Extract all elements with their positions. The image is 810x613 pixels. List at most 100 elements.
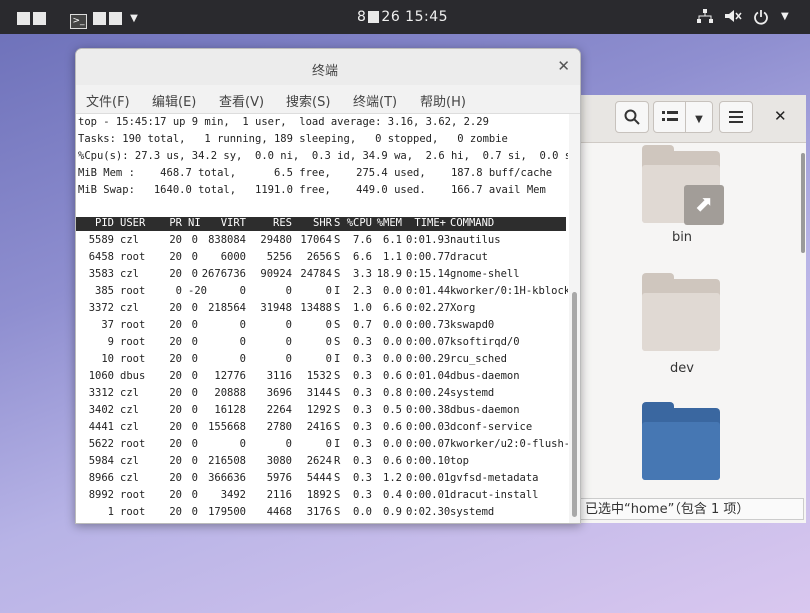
- process-cell: 0: [285, 319, 292, 331]
- menu-edit[interactable]: 编辑(E): [152, 91, 196, 110]
- terminal-app-icon[interactable]: >_: [70, 8, 87, 29]
- column-header: TIME+: [414, 217, 446, 229]
- process-cell: ksoftirqd/0: [450, 336, 520, 348]
- close-icon[interactable]: ✕: [557, 57, 570, 75]
- process-cell: dracut-install: [450, 489, 539, 501]
- process-cell: 20: [169, 506, 182, 518]
- menu-terminal[interactable]: 终端(T): [353, 91, 397, 110]
- power-icon[interactable]: [753, 9, 769, 29]
- process-cell: 0: [191, 234, 198, 246]
- view-list-button[interactable]: [653, 101, 687, 133]
- process-cell: 0: [191, 268, 198, 280]
- view-options-button[interactable]: ▼: [685, 101, 713, 133]
- process-cell: 1.1: [383, 251, 402, 263]
- close-icon[interactable]: ✕: [774, 107, 787, 125]
- process-cell: 10: [101, 353, 114, 365]
- column-header: %CPU: [346, 217, 372, 229]
- column-header: USER: [120, 217, 146, 229]
- menu-view[interactable]: 查看(V): [219, 91, 264, 110]
- process-cell: dracut: [450, 251, 488, 263]
- process-cell: 2264: [266, 404, 292, 416]
- menu-help[interactable]: 帮助(H): [420, 91, 466, 110]
- process-cell: S: [334, 319, 341, 331]
- process-cell: 0: [191, 404, 198, 416]
- process-cell: 20: [169, 251, 182, 263]
- process-cell: 4441: [88, 421, 114, 433]
- process-cell: 3583: [88, 268, 114, 280]
- process-cell: 0: [191, 455, 198, 467]
- process-cell: 0: [325, 353, 332, 365]
- process-cell: 0: [191, 438, 198, 450]
- column-header: %MEM: [376, 217, 402, 229]
- network-icon[interactable]: [697, 9, 713, 27]
- process-cell: I: [334, 285, 341, 297]
- process-cell: 0: [191, 251, 198, 263]
- chevron-down-icon: ▼: [130, 13, 138, 24]
- file-manager-scrollbar[interactable]: [801, 153, 805, 253]
- terminal-screen[interactable]: top - 15:45:17 up 9 min, 1 user, load av…: [76, 114, 568, 522]
- search-button[interactable]: [615, 101, 649, 133]
- process-cell: 0.4: [383, 489, 402, 501]
- process-row: 5589 czl 20 0 838084 29480 17064 S 7.6 6.1 0:01.93…: [76, 234, 566, 251]
- menu-search[interactable]: 搜索(S): [286, 91, 330, 110]
- process-cell: 0: [285, 285, 292, 297]
- process-cell: 20: [169, 370, 182, 382]
- folder-dev[interactable]: [642, 273, 722, 353]
- process-cell: 0:00.38: [406, 404, 451, 416]
- hamburger-menu-button[interactable]: [719, 101, 753, 133]
- process-cell: 0.3: [353, 353, 372, 365]
- process-cell: -20: [188, 285, 207, 297]
- process-cell: 0: [175, 285, 182, 297]
- process-cell: 218564: [208, 302, 246, 314]
- process-cell: 3176: [306, 506, 332, 518]
- process-cell: 0: [325, 438, 332, 450]
- process-cell: 0.0: [383, 319, 402, 331]
- process-cell: 0.3: [353, 455, 372, 467]
- process-cell: 6458: [88, 251, 114, 263]
- process-cell: 8992: [88, 489, 114, 501]
- process-cell: 20: [169, 438, 182, 450]
- process-cell: 0:02.30: [406, 506, 451, 518]
- volume-muted-icon[interactable]: [724, 9, 742, 27]
- process-cell: 3080: [266, 455, 292, 467]
- list-view-icon: [662, 111, 678, 121]
- process-cell: 2116: [266, 489, 292, 501]
- process-cell: 0: [239, 336, 246, 348]
- terminal-titlebar[interactable]: 终端 ✕: [76, 49, 580, 86]
- process-cell: 1892: [306, 489, 332, 501]
- folder-bin[interactable]: ⬈: [642, 145, 724, 225]
- folder-home-selected[interactable]: [642, 402, 722, 482]
- selection-status: 已选中“home”（包含 1 项）: [580, 498, 804, 520]
- process-cell: 0: [191, 421, 198, 433]
- menu-icon: [729, 111, 743, 123]
- process-cell: 0: [239, 353, 246, 365]
- process-row: 1 root 20 0 179500 4468 3176 S 0.0 0.9 0:02.30 syst…: [76, 506, 566, 522]
- menu-file[interactable]: 文件(F): [86, 91, 130, 110]
- process-row: 6458 root 20 0 6000 5256 2656 S 6.6 1.1 0:00.77 dra…: [76, 251, 566, 268]
- process-cell: czl: [120, 455, 139, 467]
- scrollbar-thumb[interactable]: [572, 292, 577, 517]
- process-cell: 3312: [88, 387, 114, 399]
- process-cell: 0: [191, 472, 198, 484]
- app-menu-button[interactable]: ▼: [93, 8, 138, 26]
- process-row: 8966 czl 20 0 366636 5976 5444 S 0.3 1.2 0:00.01 gv…: [76, 472, 566, 489]
- process-cell: S: [334, 404, 341, 416]
- chevron-down-icon: ▼: [695, 114, 703, 125]
- process-cell: I: [334, 353, 341, 365]
- process-cell: root: [120, 251, 146, 263]
- process-cell: Xorg: [450, 302, 476, 314]
- process-cell: 2780: [266, 421, 292, 433]
- clock-glyph: [368, 11, 380, 23]
- clock[interactable]: 8 26 15:45: [357, 9, 448, 25]
- process-cell: 0.3: [353, 370, 372, 382]
- system-menu-chevron-icon[interactable]: ▼: [781, 11, 789, 22]
- activities-button[interactable]: [17, 8, 49, 26]
- process-cell: root: [120, 353, 146, 365]
- process-row: 5622 root 20 0 0 0 0 I 0.3 0.0 0:00.07 kworker/u2:0…: [76, 438, 568, 455]
- process-cell: 0.3: [353, 404, 372, 416]
- process-cell: czl: [120, 302, 139, 314]
- process-cell: 1292: [306, 404, 332, 416]
- process-cell: 0.5: [383, 404, 402, 416]
- process-cell: 20: [169, 268, 182, 280]
- terminal-scrollbar[interactable]: [569, 114, 580, 523]
